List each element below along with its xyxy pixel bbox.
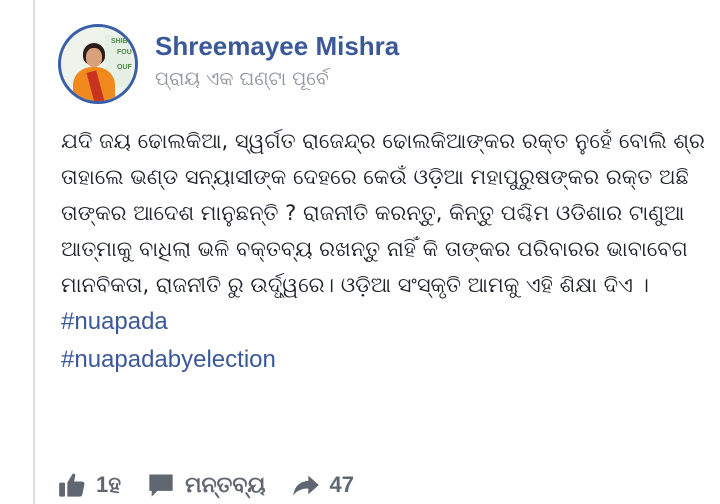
avatar-banner-text: SHIB xyxy=(111,38,128,45)
post-text-line: ତାହାଲେ ଭଣ୍ଡ ସନ୍ୟାସୀଙ୍କ ଦେହରେ କେଉଁ ଓଡ଼ିଆ … xyxy=(61,165,689,189)
like-button[interactable]: 1ହ xyxy=(58,471,121,499)
post-text-line: ତାଙ୍କର ଆଦେଶ ମାନୁଛନ୍ତି ? ରାଜନୀତି କରନ୍ତୁ, … xyxy=(61,201,685,225)
share-button[interactable]: 47 xyxy=(292,471,354,499)
speech-bubble-icon xyxy=(149,474,173,497)
hashtag-link[interactable]: #nuapada xyxy=(61,303,720,341)
avatar-banner-text: OUF xyxy=(117,64,132,71)
action-bar: 1ହ ମନ୍ତବ୍ୟ 47 xyxy=(58,468,380,502)
share-count: 47 xyxy=(329,472,355,497)
post-text-line: ମାନବିକତା, ରାଜନୀତି ରୁ ଉର୍ଦ୍ଧ୍ୱରେ। ଓଡ଼ିଆ ସ… xyxy=(61,273,649,297)
post-card: SHIB FOU OUF Shreemayee Mishra ପ୍ରାୟ ଏକ … xyxy=(0,0,720,504)
avatar[interactable]: SHIB FOU OUF xyxy=(58,24,138,104)
comment-label: ମନ୍ତବ୍ୟ xyxy=(185,472,266,497)
post-text-line: ଯଦି ଜୟ ଢୋଲକିଆ, ସ୍ୱର୍ଗତ ରାଜେନ୍ଦ୍ର ଢୋଲକିଆଙ… xyxy=(61,129,705,153)
like-label: 1ହ xyxy=(96,472,122,497)
thumbs-up-icon xyxy=(59,473,85,497)
hashtag-link[interactable]: #nuapadabyelection xyxy=(61,341,720,379)
comment-button[interactable]: ମନ୍ତବ୍ୟ xyxy=(147,471,266,499)
author-name[interactable]: Shreemayee Mishra xyxy=(155,31,399,62)
avatar-banner-text: FOU xyxy=(117,49,132,56)
avatar-figure-face xyxy=(86,48,102,67)
share-arrow-icon xyxy=(292,475,319,496)
divider xyxy=(33,0,35,504)
post-body: ଯଦି ଜୟ ଢୋଲକିଆ, ସ୍ୱର୍ଗତ ରାଜେନ୍ଦ୍ର ଢୋଲକିଆଙ… xyxy=(61,123,720,379)
post-text-line: ଆତ୍ମାକୁ ବାଧିଲା ଭଳି ବକ୍ତବ୍ୟ ରଖନ୍ତୁ ନାହିଁ … xyxy=(61,237,688,261)
post-timestamp[interactable]: ପ୍ରାୟ ଏକ ଘଣ୍ଟା ପୂର୍ବେ xyxy=(155,68,329,90)
